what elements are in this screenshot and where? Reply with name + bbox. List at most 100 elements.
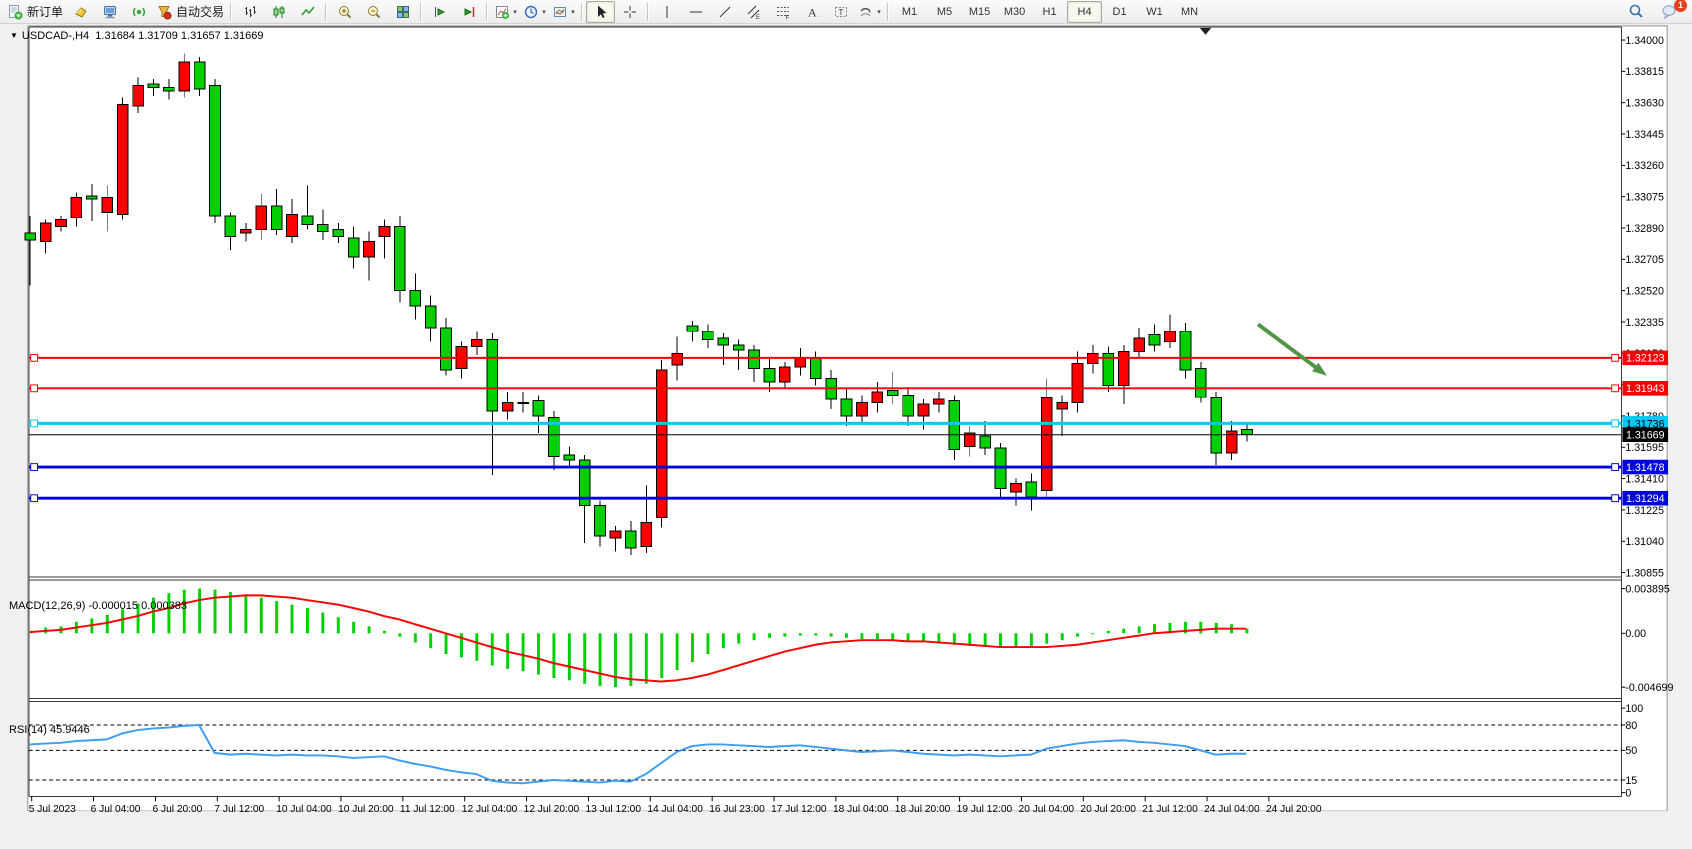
terminal-button[interactable] bbox=[95, 1, 124, 23]
candlestick-button[interactable] bbox=[264, 1, 293, 23]
line-anchor-handle bbox=[31, 495, 38, 502]
terminal-icon bbox=[102, 4, 118, 20]
arrows-icon bbox=[858, 4, 874, 20]
toolbar-separator bbox=[230, 3, 232, 21]
timeframe-d1-button[interactable]: D1 bbox=[1102, 1, 1137, 23]
toolbar-button-label: 新订单 bbox=[27, 3, 63, 20]
zoom-in-button[interactable] bbox=[330, 1, 359, 23]
svg-text:1.31669: 1.31669 bbox=[1626, 430, 1665, 442]
timeframe-mn-button[interactable]: MN bbox=[1172, 1, 1207, 23]
autoscroll-icon bbox=[432, 4, 448, 20]
chevron-down-icon: ▾ bbox=[571, 8, 575, 16]
autotrade-icon bbox=[156, 4, 172, 20]
svg-text:14 Jul 04:00: 14 Jul 04:00 bbox=[647, 804, 703, 815]
vertical-line-icon bbox=[659, 4, 675, 20]
timeframe-h1-button[interactable]: H1 bbox=[1032, 1, 1067, 23]
horizontal-line-button[interactable] bbox=[681, 1, 710, 23]
template-icon bbox=[552, 4, 568, 20]
trendline-icon bbox=[717, 4, 733, 20]
toolbar-right-group: 1 bbox=[1622, 1, 1684, 23]
svg-text:7 Jul 12:00: 7 Jul 12:00 bbox=[214, 804, 264, 815]
vertical-line-button[interactable] bbox=[652, 1, 681, 23]
indicators-icon bbox=[494, 4, 510, 20]
trendline-button[interactable] bbox=[710, 1, 739, 23]
svg-text:1.32890: 1.32890 bbox=[1625, 223, 1664, 235]
new-order-icon bbox=[7, 4, 23, 20]
cursor-button[interactable] bbox=[586, 1, 615, 23]
timeframe-w1-button[interactable]: W1 bbox=[1137, 1, 1172, 23]
svg-text:15: 15 bbox=[1625, 775, 1637, 787]
chat-button[interactable]: 1 bbox=[1655, 1, 1684, 23]
svg-text:20 Jul 04:00: 20 Jul 04:00 bbox=[1019, 804, 1075, 815]
timeframe-m30-button[interactable]: M30 bbox=[997, 1, 1032, 23]
rsi-pane-label: RSI(14) 45.9446 bbox=[9, 724, 90, 736]
zoom-in-icon bbox=[337, 4, 353, 20]
arrows-button[interactable]: ▾ bbox=[855, 1, 884, 23]
svg-text:20 Jul 20:00: 20 Jul 20:00 bbox=[1080, 804, 1136, 815]
horizontal-line-icon bbox=[688, 4, 704, 20]
svg-text:1.31410: 1.31410 bbox=[1625, 473, 1664, 485]
svg-text:0.00: 0.00 bbox=[1625, 628, 1646, 640]
notification-badge: 1 bbox=[1674, 0, 1687, 12]
signal-button[interactable] bbox=[124, 1, 153, 23]
svg-text:16 Jul 23:00: 16 Jul 23:00 bbox=[709, 804, 765, 815]
chevron-down-icon: ▾ bbox=[513, 8, 517, 16]
periods-button[interactable]: ▾ bbox=[520, 1, 549, 23]
line-chart-button[interactable] bbox=[293, 1, 322, 23]
svg-text:24 Jul 20:00: 24 Jul 20:00 bbox=[1266, 804, 1322, 815]
svg-text:17 Jul 12:00: 17 Jul 12:00 bbox=[771, 804, 827, 815]
indicators-button[interactable]: ▾ bbox=[491, 1, 520, 23]
svg-text:1.32705: 1.32705 bbox=[1625, 254, 1664, 266]
channel-icon: E bbox=[746, 4, 762, 20]
timeframe-m15-button[interactable]: M15 bbox=[962, 1, 997, 23]
bar-chart-button[interactable] bbox=[235, 1, 264, 23]
chart-title: ▼USDCAD-,H4 1.31684 1.31709 1.31657 1.31… bbox=[10, 30, 264, 42]
zoom-out-icon bbox=[366, 4, 382, 20]
svg-text:24 Jul 04:00: 24 Jul 04:00 bbox=[1204, 804, 1260, 815]
autoscroll-button[interactable] bbox=[425, 1, 454, 23]
svg-text:0: 0 bbox=[1625, 788, 1631, 800]
svg-text:1.32335: 1.32335 bbox=[1625, 317, 1664, 329]
line-anchor-handle bbox=[1612, 464, 1619, 471]
template-button[interactable]: ▾ bbox=[549, 1, 578, 23]
svg-text:1.30855: 1.30855 bbox=[1625, 567, 1664, 579]
bar-chart-icon bbox=[242, 4, 258, 20]
line-anchor-handle bbox=[31, 420, 38, 427]
timeframe-h4-button[interactable]: H4 bbox=[1067, 1, 1102, 23]
svg-text:13 Jul 12:00: 13 Jul 12:00 bbox=[586, 804, 642, 815]
chevron-down-icon: ▾ bbox=[877, 8, 881, 16]
label-button[interactable]: T bbox=[826, 1, 855, 23]
crosshair-button[interactable] bbox=[615, 1, 644, 23]
line-anchor-handle bbox=[1612, 385, 1619, 392]
crosshair-icon bbox=[622, 4, 638, 20]
gold-button[interactable] bbox=[66, 1, 95, 23]
timeframe-m1-button[interactable]: M1 bbox=[892, 1, 927, 23]
toolbar-button-label: 自动交易 bbox=[176, 3, 224, 20]
autotrade-button[interactable]: 自动交易 bbox=[153, 1, 227, 23]
svg-text:80: 80 bbox=[1625, 720, 1637, 732]
search-button[interactable] bbox=[1622, 1, 1651, 23]
chart-shift-button[interactable] bbox=[454, 1, 483, 23]
svg-text:10 Jul 04:00: 10 Jul 04:00 bbox=[276, 804, 332, 815]
svg-text:1.33445: 1.33445 bbox=[1625, 129, 1664, 141]
svg-text:10 Jul 20:00: 10 Jul 20:00 bbox=[338, 804, 394, 815]
svg-text:1.31225: 1.31225 bbox=[1625, 505, 1664, 517]
new-order-button[interactable]: 新订单 bbox=[4, 1, 66, 23]
chart-title-ohlc: 1.31684 1.31709 1.31657 1.31669 bbox=[95, 30, 263, 42]
svg-text:11 Jul 12:00: 11 Jul 12:00 bbox=[400, 804, 455, 815]
fibonacci-button[interactable]: F bbox=[768, 1, 797, 23]
chart-window[interactable]: 1.340001.338151.336301.334451.332601.330… bbox=[0, 24, 1692, 849]
channel-button[interactable]: E bbox=[739, 1, 768, 23]
chevron-down-icon: ▾ bbox=[542, 8, 546, 16]
text-button[interactable]: A bbox=[797, 1, 826, 23]
svg-text:1.33260: 1.33260 bbox=[1625, 160, 1664, 172]
svg-text:1.31478: 1.31478 bbox=[1626, 462, 1665, 474]
timeframe-m5-button[interactable]: M5 bbox=[927, 1, 962, 23]
price-chart-svg[interactable]: 1.340001.338151.336301.334451.332601.330… bbox=[0, 24, 1692, 849]
zoom-out-button[interactable] bbox=[359, 1, 388, 23]
line-chart-icon bbox=[300, 4, 316, 20]
svg-text:A: A bbox=[808, 5, 817, 19]
fibonacci-icon: F bbox=[775, 4, 791, 20]
tile-windows-button[interactable] bbox=[388, 1, 417, 23]
svg-text:1.31595: 1.31595 bbox=[1625, 442, 1664, 454]
